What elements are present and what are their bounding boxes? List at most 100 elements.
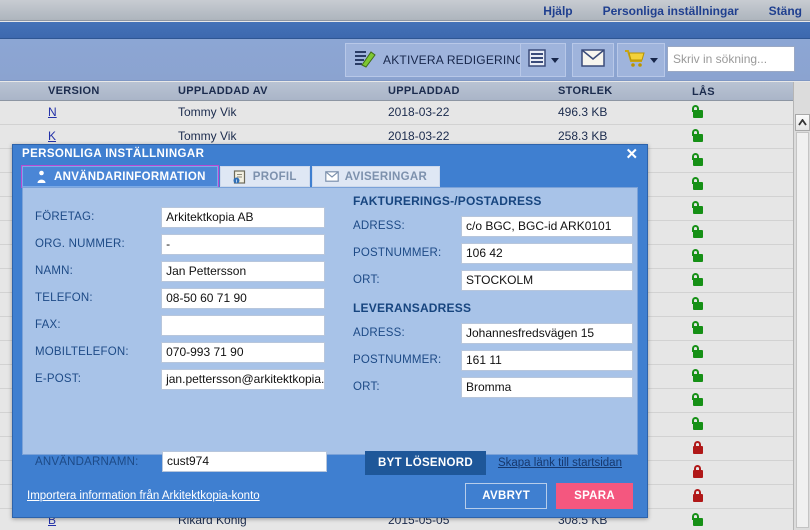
tab-aviseringar[interactable]: AVISERINGAR [311,166,441,187]
lock-closed-icon[interactable] [692,465,703,478]
billing-input[interactable]: c/o BGC, BGC-id ARK0101 [461,215,633,237]
cell-lock[interactable] [692,369,703,385]
list-icon [527,48,547,73]
user-info-input[interactable]: Arkitektkopia AB [161,206,325,228]
close-icon[interactable]: ✕ [623,146,641,164]
cell-lock[interactable] [692,489,703,505]
billing-field-row: POSTNUMMER: 106 42 [353,242,638,264]
chevron-down-icon[interactable] [551,57,559,63]
create-start-page-link[interactable]: Skapa länk till startsidan [498,457,622,469]
cell-lock[interactable] [692,345,703,361]
cell-lock[interactable] [692,513,703,529]
cell-lock[interactable] [692,441,703,457]
list-view-button[interactable] [520,43,566,77]
activate-editing-button[interactable]: AKTIVERA REDIGERING [345,43,534,77]
user-info-field-row: ORG. NUMMER: - [35,233,325,255]
tab-label: ANVÄNDARINFORMATION [54,170,206,183]
search-input[interactable] [668,48,810,70]
footer-buttons: AVBRYT SPARA [465,483,633,509]
column-header-size[interactable]: STORLEK [558,85,612,97]
user-info-field-row: FAX: [35,314,325,336]
help-link[interactable]: Hjälp [543,4,572,18]
envelope-icon [324,170,339,184]
table-row[interactable]: N Tommy Vik 2018-03-22 496.3 KB [0,101,793,125]
lock-open-icon[interactable] [692,513,703,526]
billing-input[interactable]: 106 42 [461,242,633,264]
save-button[interactable]: SPARA [556,483,633,509]
user-info-input[interactable]: 08-50 60 71 90 [161,287,325,309]
pencil-list-icon [354,48,376,73]
lock-open-icon[interactable] [692,297,703,310]
lock-open-icon[interactable] [692,249,703,262]
lock-open-icon[interactable] [692,105,703,118]
lock-open-icon[interactable] [692,153,703,166]
change-password-button[interactable]: BYT LÖSENORD [365,451,486,475]
lock-open-icon[interactable] [692,369,703,382]
lock-open-icon[interactable] [692,129,703,142]
lock-open-icon[interactable] [692,345,703,358]
cell-lock[interactable] [692,129,703,145]
dialog-title: PERSONLIGA INSTÄLLNINGAR [22,148,205,160]
vertical-scrollbar[interactable] [793,82,810,530]
import-account-info-link[interactable]: Importera information från Arkitektkopia… [27,490,260,502]
cancel-button[interactable]: AVBRYT [465,483,548,509]
delivery-input[interactable]: 161 11 [461,349,633,371]
cell-lock[interactable] [692,153,703,169]
lock-closed-icon[interactable] [692,441,703,454]
cell-lock[interactable] [692,177,703,193]
delivery-label: ADRESS: [353,327,405,339]
lock-open-icon[interactable] [692,177,703,190]
cell-lock[interactable] [692,249,703,265]
user-info-input[interactable] [161,314,325,336]
billing-input[interactable]: STOCKOLM [461,269,633,291]
user-info-input[interactable]: 070-993 71 90 [161,341,325,363]
dialog-tabs: ANVÄNDARINFORMATION i PROFIL AVISERINGAR [13,165,647,188]
delivery-input[interactable]: Bromma [461,376,633,398]
cell-lock[interactable] [692,201,703,217]
column-header-lock[interactable]: LÅS [692,86,715,98]
search-box[interactable] [667,46,810,72]
tab-anvandarinformation[interactable]: ANVÄNDARINFORMATION [21,165,219,188]
column-header-uploaded-by[interactable]: UPPLADDAD AV [178,85,268,97]
cell-lock[interactable] [692,465,703,481]
lock-open-icon[interactable] [692,393,703,406]
mail-button[interactable] [572,43,614,77]
scroll-up-button[interactable] [795,114,810,131]
version-link[interactable]: N [48,105,57,119]
cell-lock[interactable] [692,393,703,409]
scrollbar-track[interactable] [796,132,809,528]
lock-open-icon[interactable] [692,225,703,238]
cell-lock[interactable] [692,297,703,313]
personal-settings-dialog: PERSONLIGA INSTÄLLNINGAR ✕ ANVÄNDARINFOR… [12,144,648,518]
cell-lock[interactable] [692,105,703,121]
lock-open-icon[interactable] [692,321,703,334]
billing-field-row: ORT: STOCKOLM [353,269,638,291]
delivery-field-row: ORT: Bromma [353,376,638,398]
user-info-input[interactable]: Jan Pettersson [161,260,325,282]
cell-lock[interactable] [692,321,703,337]
user-info-input[interactable]: jan.pettersson@arkitektkopia.s [161,368,325,390]
lock-closed-icon[interactable] [692,489,703,502]
username-input[interactable]: cust974 [162,451,327,472]
cell-size: 496.3 KB [558,105,608,119]
user-info-input[interactable]: - [161,233,325,255]
cell-lock[interactable] [692,273,703,289]
chevron-down-icon[interactable] [650,57,658,63]
lock-open-icon[interactable] [692,273,703,286]
lock-open-icon[interactable] [692,201,703,214]
activate-editing-label: AKTIVERA REDIGERING [383,53,525,67]
cell-version[interactable]: N [48,105,57,119]
cell-lock[interactable] [692,417,703,433]
cell-uploaded-by: Tommy Vik [178,105,237,119]
version-link[interactable]: K [48,129,56,143]
personal-settings-link[interactable]: Personliga inställningar [603,4,739,18]
cell-version[interactable]: K [48,129,56,143]
tab-profil[interactable]: i PROFIL [219,166,310,187]
lock-open-icon[interactable] [692,417,703,430]
cart-button[interactable] [617,43,665,77]
cell-lock[interactable] [692,225,703,241]
column-header-version[interactable]: VERSION [48,85,100,97]
column-header-uploaded[interactable]: UPPLADDAD [388,85,460,97]
delivery-input[interactable]: Johannesfredsvägen 15 [461,322,633,344]
close-link[interactable]: Stäng [769,4,802,18]
